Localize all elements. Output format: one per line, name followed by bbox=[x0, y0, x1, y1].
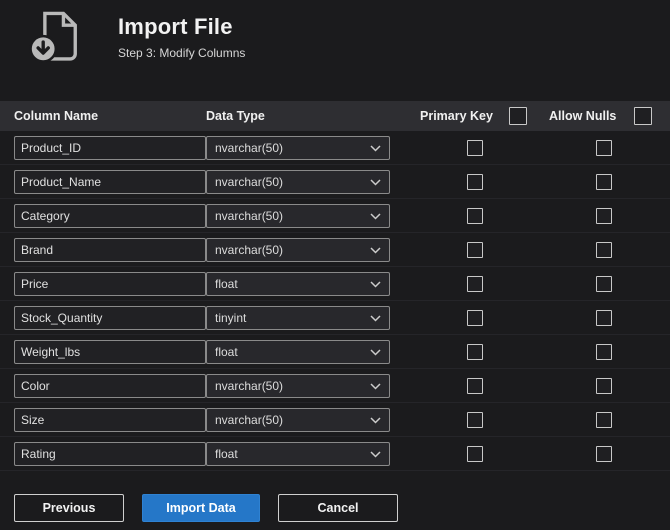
import-data-button[interactable]: Import Data bbox=[142, 494, 260, 522]
column-name-input[interactable] bbox=[14, 237, 206, 262]
data-type-value: nvarchar(50) bbox=[215, 242, 284, 257]
data-type-dropdown[interactable]: nvarchar(50) bbox=[206, 407, 390, 432]
primary-key-checkbox[interactable] bbox=[467, 411, 483, 428]
primary-key-checkbox[interactable] bbox=[467, 207, 483, 224]
previous-button[interactable]: Previous bbox=[14, 494, 124, 522]
cancel-button[interactable]: Cancel bbox=[278, 494, 398, 522]
allow-nulls-checkbox[interactable] bbox=[596, 207, 612, 224]
dialog-header: Import File Step 3: Modify Columns bbox=[28, 8, 245, 66]
data-type-dropdown[interactable]: nvarchar(50) bbox=[206, 203, 390, 228]
allow-nulls-checkbox[interactable] bbox=[596, 139, 612, 156]
table-row: tinyint bbox=[0, 301, 670, 335]
data-type-value: nvarchar(50) bbox=[215, 174, 284, 189]
chevron-down-icon bbox=[370, 445, 381, 463]
primary-key-select-all-checkbox[interactable] bbox=[509, 107, 527, 125]
primary-key-checkbox[interactable] bbox=[467, 241, 483, 258]
table-row: nvarchar(50) bbox=[0, 199, 670, 233]
allow-nulls-checkbox[interactable] bbox=[596, 377, 612, 394]
primary-key-checkbox[interactable] bbox=[467, 445, 483, 462]
import-file-icon bbox=[28, 8, 82, 66]
allow-nulls-checkbox[interactable] bbox=[596, 309, 612, 326]
column-name-header: Column Name bbox=[14, 109, 99, 123]
column-name-input[interactable] bbox=[14, 169, 206, 194]
allow-nulls-select-all-checkbox[interactable] bbox=[634, 107, 652, 125]
data-type-value: float bbox=[215, 446, 238, 461]
primary-key-header: Primary Key bbox=[420, 109, 493, 123]
data-type-dropdown[interactable]: tinyint bbox=[206, 305, 390, 330]
data-type-dropdown[interactable]: nvarchar(50) bbox=[206, 237, 390, 262]
table-row: nvarchar(50) bbox=[0, 131, 670, 165]
primary-key-checkbox[interactable] bbox=[467, 173, 483, 190]
primary-key-checkbox[interactable] bbox=[467, 309, 483, 326]
chevron-down-icon bbox=[370, 411, 381, 429]
data-type-value: nvarchar(50) bbox=[215, 412, 284, 427]
data-type-dropdown[interactable]: float bbox=[206, 271, 390, 296]
table-row: nvarchar(50) bbox=[0, 233, 670, 267]
data-type-dropdown[interactable]: float bbox=[206, 441, 390, 466]
data-type-value: float bbox=[215, 344, 238, 359]
primary-key-checkbox[interactable] bbox=[467, 377, 483, 394]
data-type-value: nvarchar(50) bbox=[215, 208, 284, 223]
column-name-input[interactable] bbox=[14, 305, 206, 330]
data-type-dropdown[interactable]: nvarchar(50) bbox=[206, 373, 390, 398]
chevron-down-icon bbox=[370, 139, 381, 157]
chevron-down-icon bbox=[370, 343, 381, 361]
chevron-down-icon bbox=[370, 377, 381, 395]
data-type-value: nvarchar(50) bbox=[215, 378, 284, 393]
data-type-dropdown[interactable]: nvarchar(50) bbox=[206, 135, 390, 160]
column-name-input[interactable] bbox=[14, 339, 206, 364]
import-file-dialog: Import File Step 3: Modify Columns Colum… bbox=[0, 0, 670, 530]
table-row: nvarchar(50) bbox=[0, 369, 670, 403]
column-name-input[interactable] bbox=[14, 271, 206, 296]
table-header: Column Name Data Type Primary Key Allow … bbox=[0, 101, 670, 131]
data-type-value: tinyint bbox=[215, 310, 247, 325]
column-name-input[interactable] bbox=[14, 407, 206, 432]
chevron-down-icon bbox=[370, 275, 381, 293]
table-row: nvarchar(50) bbox=[0, 403, 670, 437]
allow-nulls-checkbox[interactable] bbox=[596, 173, 612, 190]
table-row: float bbox=[0, 267, 670, 301]
primary-key-checkbox[interactable] bbox=[467, 139, 483, 156]
footer-actions: Previous Import Data Cancel bbox=[14, 494, 398, 522]
step-subtitle: Step 3: Modify Columns bbox=[118, 46, 246, 60]
column-name-input[interactable] bbox=[14, 135, 206, 160]
column-name-input[interactable] bbox=[14, 373, 206, 398]
allow-nulls-checkbox[interactable] bbox=[596, 275, 612, 292]
chevron-down-icon bbox=[370, 241, 381, 259]
table-row: nvarchar(50) bbox=[0, 165, 670, 199]
chevron-down-icon bbox=[370, 173, 381, 191]
data-type-value: nvarchar(50) bbox=[215, 140, 284, 155]
column-name-input[interactable] bbox=[14, 441, 206, 466]
page-title: Import File bbox=[118, 14, 233, 39]
table-row: float bbox=[0, 335, 670, 369]
allow-nulls-checkbox[interactable] bbox=[596, 241, 612, 258]
chevron-down-icon bbox=[370, 309, 381, 327]
table-row: float bbox=[0, 437, 670, 471]
allow-nulls-checkbox[interactable] bbox=[596, 343, 612, 360]
primary-key-checkbox[interactable] bbox=[467, 343, 483, 360]
allow-nulls-header: Allow Nulls bbox=[549, 109, 617, 123]
allow-nulls-checkbox[interactable] bbox=[596, 445, 612, 462]
table-body: nvarchar(50) nvarchar(50) bbox=[0, 131, 670, 471]
chevron-down-icon bbox=[370, 207, 381, 225]
data-type-value: float bbox=[215, 276, 238, 291]
data-type-dropdown[interactable]: float bbox=[206, 339, 390, 364]
data-type-dropdown[interactable]: nvarchar(50) bbox=[206, 169, 390, 194]
primary-key-checkbox[interactable] bbox=[467, 275, 483, 292]
data-type-header: Data Type bbox=[206, 109, 265, 123]
allow-nulls-checkbox[interactable] bbox=[596, 411, 612, 428]
header-text: Import File Step 3: Modify Columns bbox=[118, 8, 245, 60]
column-name-input[interactable] bbox=[14, 203, 206, 228]
